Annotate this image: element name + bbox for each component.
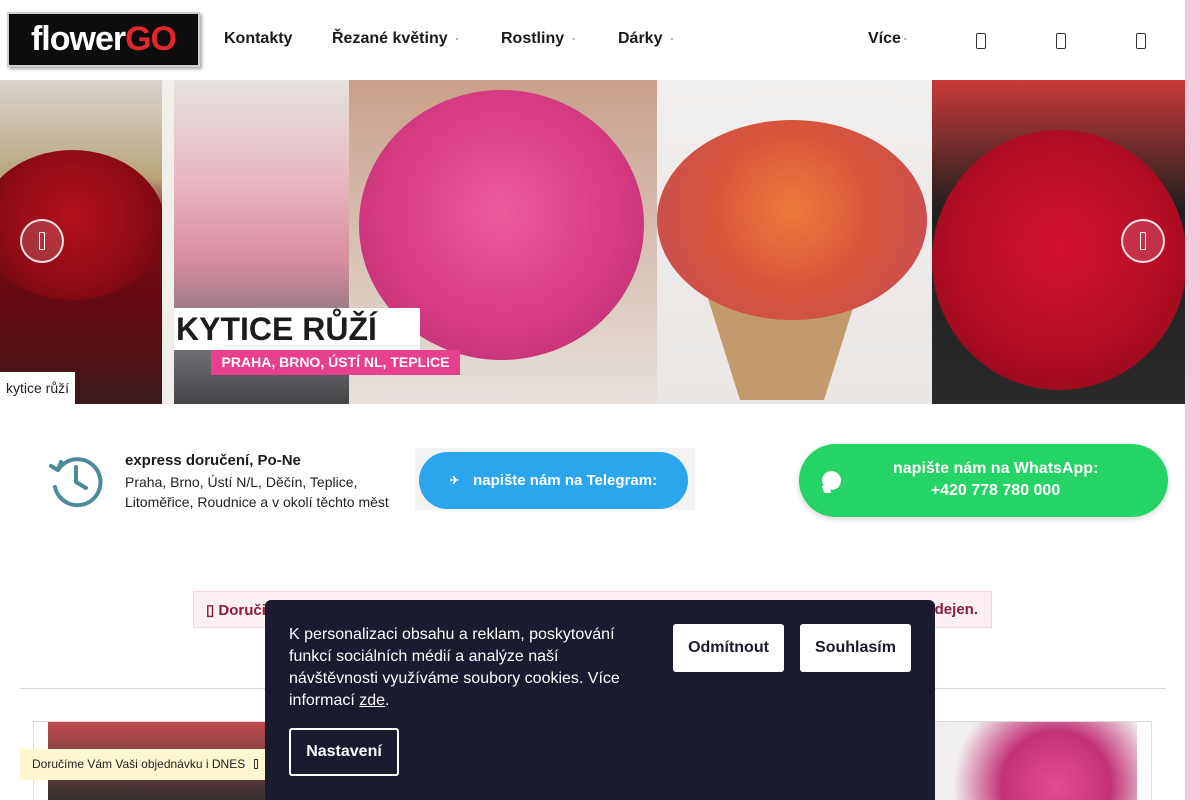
nav-label: Kontakty bbox=[224, 30, 293, 47]
cookie-settings-button[interactable]: Nastavení bbox=[289, 728, 399, 776]
chevron-down-icon: ▫ bbox=[572, 35, 575, 43]
slide-caption[interactable]: kytice růží bbox=[0, 372, 75, 404]
nav-item-vice[interactable]: Více ▫ bbox=[868, 30, 906, 48]
product-image[interactable] bbox=[935, 722, 1137, 800]
cookie-decline-button[interactable]: Odmítnout bbox=[673, 624, 784, 672]
logo[interactable]: flower GO bbox=[7, 12, 200, 67]
hero-photo-orange-roses bbox=[657, 80, 932, 404]
nav-item-rostliny[interactable]: Rostliny ▫ bbox=[501, 30, 575, 48]
nav-item-rezane-kvetiny[interactable]: Řezané květiny ▫ bbox=[332, 30, 458, 48]
telegram-button[interactable]: ✈ napište nám na Telegram: bbox=[419, 452, 688, 509]
logo-text-go: GO bbox=[125, 20, 177, 58]
chevron-down-icon: ▫ bbox=[903, 35, 907, 43]
delivery-today-label: Doručíme Vám Vaši objednávku i DNES bbox=[32, 757, 246, 771]
cookie-message-text: K personalizaci obsahu a reklam, poskyto… bbox=[289, 626, 620, 709]
close-icon[interactable] bbox=[254, 759, 259, 769]
whatsapp-phone: +420 778 780 000 bbox=[930, 482, 1061, 499]
cookie-accept-button[interactable]: Souhlasím bbox=[800, 624, 911, 672]
cookie-info-link[interactable]: zde bbox=[359, 692, 385, 709]
chevron-down-icon: ▫ bbox=[455, 35, 459, 43]
hero-slider[interactable]: KYTICE RŮŽÍ PRAHA, BRNO, ÚSTÍ NL, TEPLIC… bbox=[0, 80, 1185, 404]
chevron-right-icon bbox=[1140, 232, 1146, 250]
delivery-title: express doručení, Po-Ne bbox=[125, 452, 301, 469]
notice-text-end: dejen. bbox=[934, 601, 978, 618]
delivery-today-bar[interactable]: Doručíme Vám Vaši objednávku i DNES bbox=[20, 749, 265, 780]
cookie-message: K personalizaci obsahu a reklam, poskyto… bbox=[289, 624, 634, 712]
clock-history-icon bbox=[49, 457, 103, 508]
hero-subtitle: PRAHA, BRNO, ÚSTÍ NL, TEPLICE bbox=[211, 350, 460, 375]
delivery-cities: Praha, Brno, Ústí N/L, Děčín, Teplice, L… bbox=[125, 474, 389, 510]
telegram-label: napište nám na Telegram: bbox=[473, 472, 658, 489]
paper-plane-icon: ✈ bbox=[449, 475, 460, 487]
nav-label: Řezané květiny bbox=[332, 30, 448, 47]
cart-icon[interactable] bbox=[1136, 33, 1146, 49]
user-icon[interactable] bbox=[1056, 33, 1066, 49]
notice-text-start: ▯ Doruči bbox=[206, 602, 266, 619]
cookie-consent-dialog: K personalizaci obsahu a reklam, poskyto… bbox=[265, 600, 935, 800]
whatsapp-label: napište nám na WhatsApp: bbox=[893, 460, 1099, 477]
bouquet bbox=[657, 120, 927, 320]
hero-title: KYTICE RŮŽÍ bbox=[174, 308, 420, 350]
notice-text: Doruči bbox=[218, 602, 266, 619]
bouquet bbox=[0, 150, 165, 300]
slider-prev-button[interactable] bbox=[20, 219, 64, 263]
photo-separator bbox=[162, 80, 174, 404]
nav-label: Více bbox=[868, 30, 901, 47]
chevron-left-icon bbox=[39, 232, 45, 250]
scrollbar[interactable] bbox=[1185, 0, 1200, 800]
cookie-message-end: . bbox=[385, 692, 390, 709]
whatsapp-button[interactable]: napište nám na WhatsApp: +420 778 780 00… bbox=[799, 444, 1168, 517]
nav-item-darky[interactable]: Dárky ▫ bbox=[618, 30, 673, 48]
logo-text-flower: flower bbox=[30, 20, 126, 58]
nav-label: Rostliny bbox=[501, 30, 565, 47]
page: flower GO Kontakty Řezané květiny ▫ Rostl… bbox=[0, 0, 1200, 800]
chat-bubble-icon bbox=[822, 471, 841, 490]
nav-label: Dárky bbox=[618, 30, 663, 47]
nav-item-kontakty[interactable]: Kontakty bbox=[224, 30, 292, 48]
slider-next-button[interactable] bbox=[1121, 219, 1165, 263]
chevron-down-icon: ▫ bbox=[670, 35, 673, 43]
site-header: flower GO Kontakty Řezané květiny ▫ Rostl… bbox=[0, 0, 1185, 80]
search-icon[interactable] bbox=[976, 33, 986, 49]
